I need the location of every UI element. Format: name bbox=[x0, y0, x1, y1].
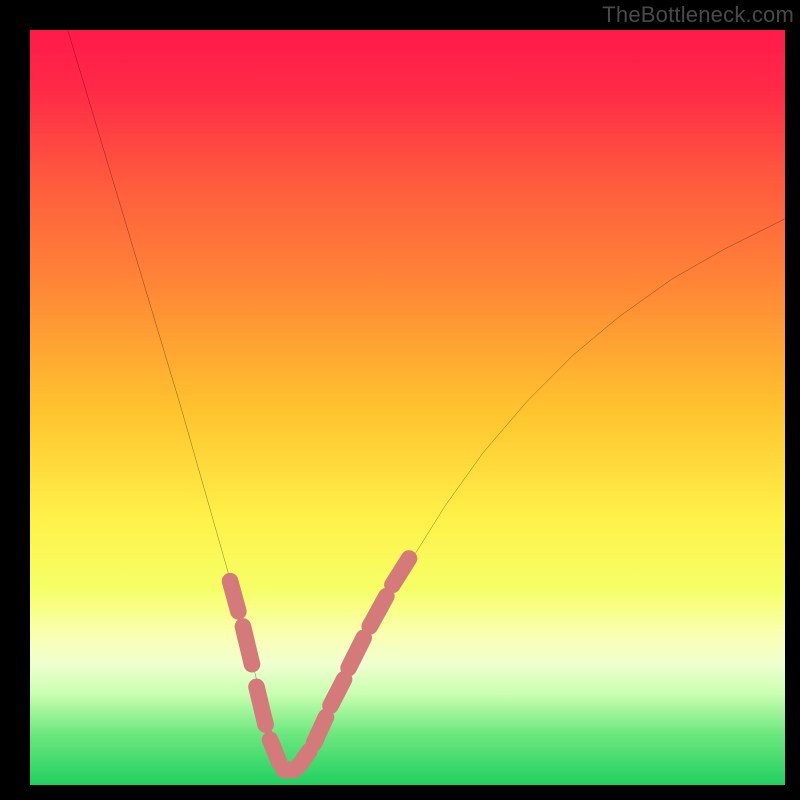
watermark-text: TheBottleneck.com bbox=[602, 2, 794, 28]
marker-segment bbox=[270, 740, 279, 763]
gradient-background bbox=[30, 30, 785, 785]
marker-segment bbox=[230, 581, 238, 611]
marker-segment bbox=[299, 751, 310, 766]
chart-frame: TheBottleneck.com bbox=[0, 0, 800, 800]
marker-segment bbox=[314, 717, 326, 743]
plot-area bbox=[30, 30, 785, 785]
marker-segment bbox=[243, 626, 252, 664]
marker-segment bbox=[257, 687, 266, 725]
chart-svg bbox=[30, 30, 785, 785]
